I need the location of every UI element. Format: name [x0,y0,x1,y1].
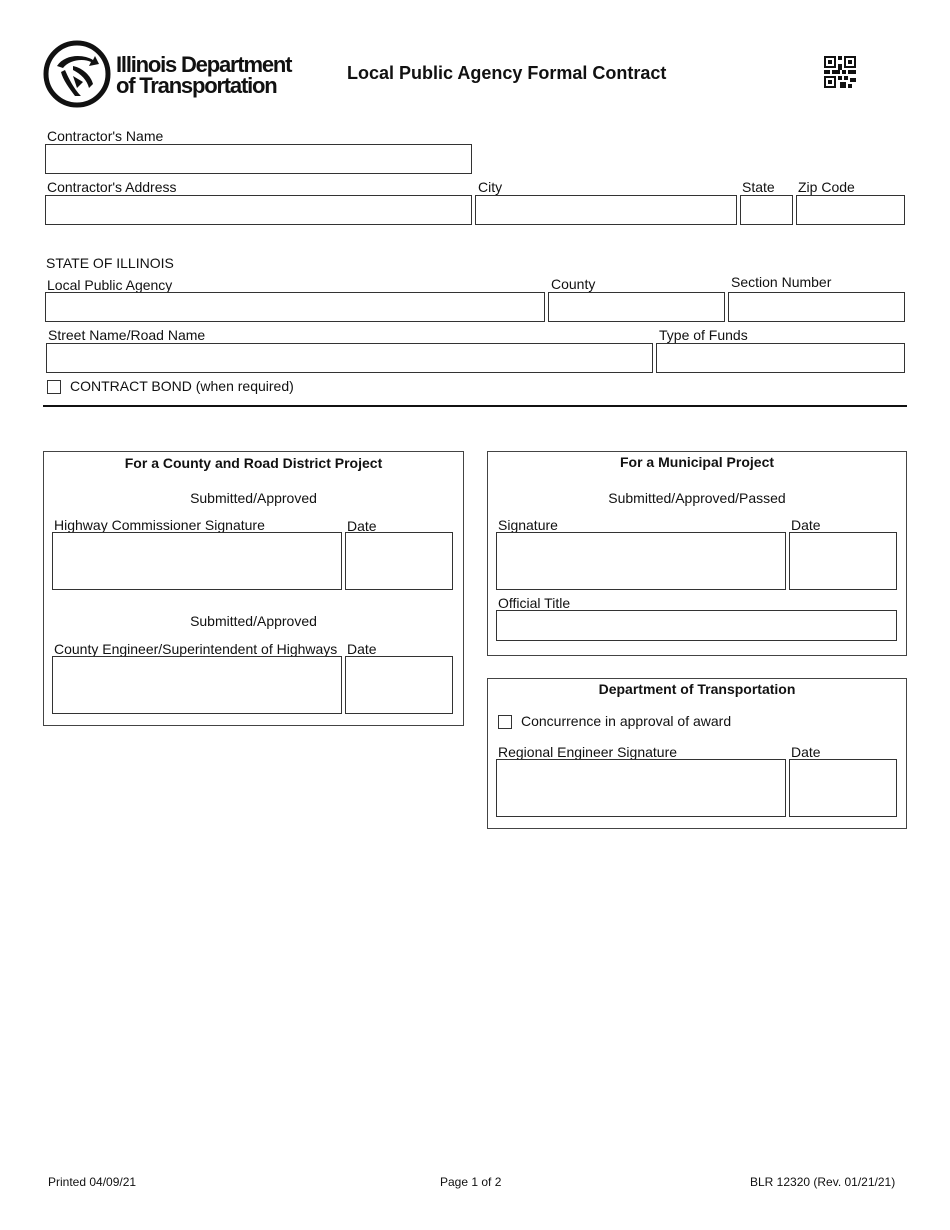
zip-code-field[interactable] [796,195,905,225]
municipal-signature-field[interactable] [496,532,786,590]
local-public-agency-field[interactable] [45,292,545,322]
dot-panel-title: Department of Transportation [598,681,796,697]
regional-engineer-signature-field[interactable] [496,759,786,817]
street-name-label: Street Name/Road Name [48,327,206,343]
city-label: City [478,179,503,195]
idot-emblem-icon [43,40,111,108]
type-of-funds-input[interactable] [657,344,904,372]
street-name-field[interactable] [46,343,653,373]
highway-commissioner-signature-label: Highway Commissioner Signature [54,517,265,533]
highway-commissioner-date-field[interactable] [345,532,453,590]
municipal-date-label: Date [791,517,821,533]
state-of-illinois-heading: STATE OF ILLINOIS [46,255,174,271]
regional-engineer-signature-label: Regional Engineer Signature [498,744,678,760]
county-engineer-date-field[interactable] [345,656,453,714]
concurrence-label: Concurrence in approval of award [521,713,732,729]
contractor-name-input[interactable] [46,145,471,173]
regional-engineer-date-field[interactable] [789,759,897,817]
city-input[interactable] [476,196,736,224]
contractor-address-label: Contractor's Address [47,179,177,195]
contractor-address-field[interactable] [45,195,472,225]
printed-date: Printed 04/09/21 [48,1175,137,1189]
qr-code-icon [824,56,856,88]
municipal-submitted-approved-passed: Submitted/Approved/Passed [608,490,786,506]
section-number-field[interactable] [728,292,905,322]
county-input[interactable] [549,293,724,321]
contractor-name-label: Contractor's Name [47,128,164,144]
contractor-name-field[interactable] [45,144,472,174]
official-title-field[interactable] [496,610,897,641]
municipal-panel-title: For a Municipal Project [619,454,775,470]
section-divider [43,405,907,407]
municipal-signature-label: Signature [498,517,558,533]
city-field[interactable] [475,195,737,225]
date-label-2: Date [347,641,377,657]
official-title-input[interactable] [497,611,896,640]
concurrence-checkbox[interactable] [498,715,512,729]
state-input[interactable] [741,196,792,224]
logo-text-line2: of Transportation [116,73,278,98]
contractor-address-input[interactable] [46,196,471,224]
state-label: State [742,179,775,195]
county-label: County [551,276,596,292]
page-title: Local Public Agency Formal Contract [347,63,667,83]
municipal-date-input[interactable] [790,533,896,589]
idot-logo: Illinois Department of Transportation [43,40,303,110]
local-public-agency-input[interactable] [46,293,544,321]
official-title-label: Official Title [498,595,571,611]
county-road-district-panel: For a County and Road District Project S… [43,451,464,726]
municipal-date-field[interactable] [789,532,897,590]
regional-engineer-date-label: Date [791,744,821,760]
county-engineer-signature-label: County Engineer/Superintendent of Highwa… [54,641,338,657]
county-engineer-signature-field[interactable] [52,656,342,714]
highway-commissioner-signature-field[interactable] [52,532,342,590]
section-number-label: Section Number [731,274,832,290]
local-public-agency-label: Local Public Agency [47,277,173,293]
county-panel-title: For a County and Road District Project [124,455,383,471]
type-of-funds-field[interactable] [656,343,905,373]
municipal-project-panel: For a Municipal Project Submitted/Approv… [487,451,907,656]
street-name-input[interactable] [47,344,652,372]
contract-bond-label: CONTRACT BOND (when required) [70,378,294,394]
county-submitted-approved-1: Submitted/Approved [190,490,317,506]
regional-engineer-date-input[interactable] [790,760,896,816]
section-number-input[interactable] [729,293,904,321]
zip-code-input[interactable] [797,196,904,224]
highway-commissioner-date-input[interactable] [346,533,452,589]
contract-bond-checkbox[interactable] [47,380,61,394]
county-engineer-date-input[interactable] [346,657,452,713]
state-field[interactable] [740,195,793,225]
type-of-funds-label: Type of Funds [659,327,748,343]
county-field[interactable] [548,292,725,322]
page-number: Page 1 of 2 [440,1175,502,1189]
department-of-transportation-panel: Department of Transportation Concurrence… [487,678,907,829]
county-submitted-approved-2: Submitted/Approved [190,613,317,629]
form-number: BLR 12320 (Rev. 01/21/21) [750,1175,896,1189]
zip-code-label: Zip Code [798,179,855,195]
